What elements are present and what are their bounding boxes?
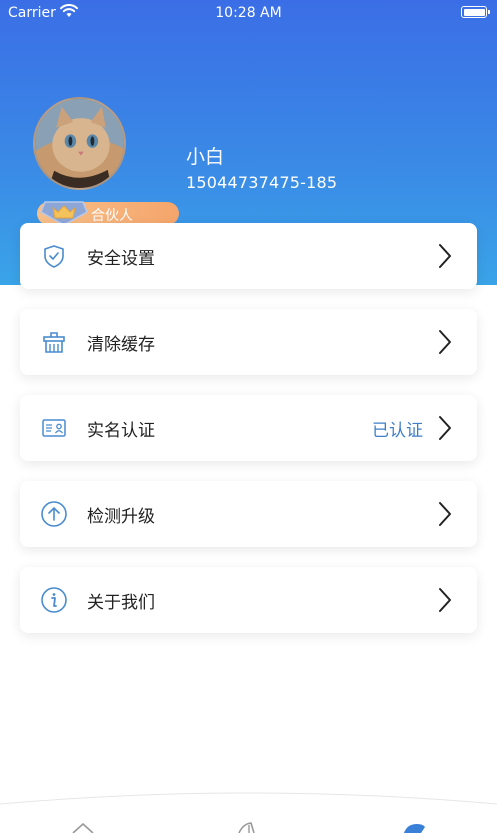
chevron-right-icon	[439, 502, 451, 526]
chevron-right-icon	[439, 244, 451, 268]
chevron-right-icon	[439, 330, 451, 354]
upgrade-arrow-icon	[41, 501, 67, 527]
id-card-icon	[42, 419, 66, 437]
menu-label: 关于我们	[87, 593, 155, 613]
menu-item-clear-cache[interactable]: 清除缓存	[20, 309, 477, 375]
home-tab-icon[interactable]	[70, 820, 96, 833]
status-bar: Carrier 10:28 AM	[0, 0, 497, 26]
badge-label: 合伙人	[91, 208, 133, 224]
partner-badge: 合伙人	[37, 201, 179, 226]
crown-icon	[40, 201, 88, 226]
profile-tab-icon[interactable]	[401, 820, 427, 833]
clock: 10:28 AM	[215, 5, 282, 21]
info-icon	[41, 587, 67, 613]
menu-item-real-name-verification[interactable]: 实名认证 已认证	[20, 395, 477, 461]
menu-label: 检测升级	[87, 507, 155, 527]
trash-basket-icon	[43, 332, 65, 353]
menu-label: 实名认证	[87, 421, 155, 441]
menu-item-about-us[interactable]: 关于我们	[20, 567, 477, 633]
user-name: 小白	[186, 146, 225, 168]
verification-status: 已认证	[372, 421, 423, 441]
menu-label: 清除缓存	[87, 335, 155, 355]
menu-item-check-upgrade[interactable]: 检测升级	[20, 481, 477, 547]
avatar[interactable]	[33, 97, 126, 190]
discover-tab-icon[interactable]	[235, 820, 261, 833]
chevron-right-icon	[439, 416, 451, 440]
battery-icon	[461, 6, 490, 18]
user-id: 15044737475-185	[186, 173, 338, 192]
menu-label: 安全设置	[87, 249, 155, 269]
shield-icon	[44, 245, 64, 268]
menu-item-security-settings[interactable]: 安全设置	[20, 223, 477, 289]
chevron-right-icon	[439, 588, 451, 612]
